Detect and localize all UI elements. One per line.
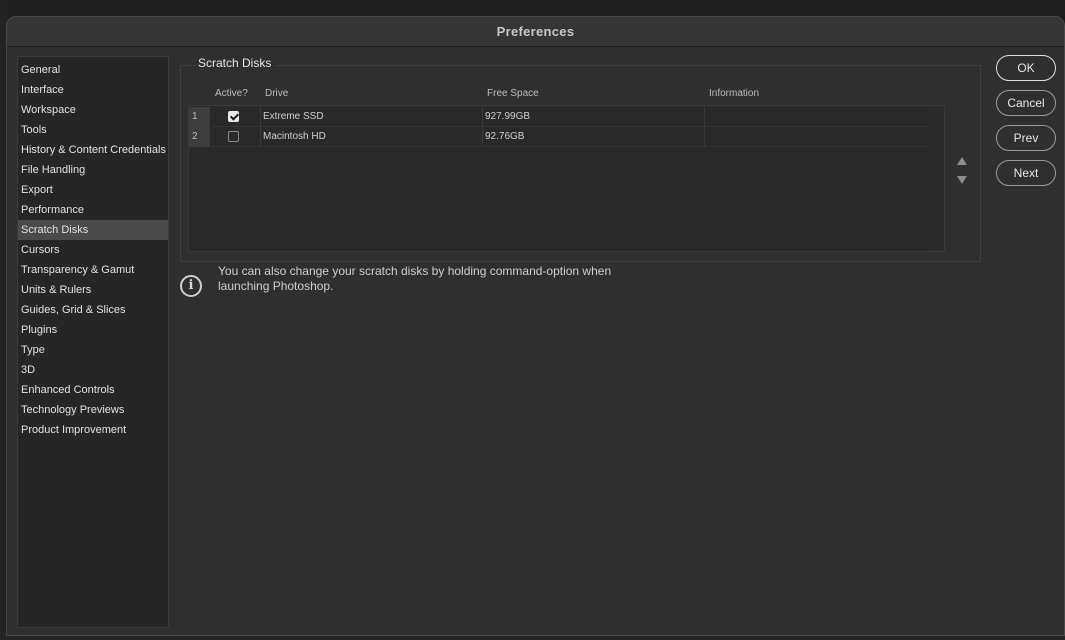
sidebar-item-cursors[interactable]: Cursors [18, 240, 168, 260]
sidebar-item-workspace[interactable]: Workspace [18, 100, 168, 120]
move-down-arrow-icon[interactable] [957, 176, 967, 184]
row-active-cell [211, 107, 261, 127]
sidebar-item-enhanced-controls[interactable]: Enhanced Controls [18, 380, 168, 400]
row-drive: Extreme SSD [261, 107, 483, 127]
window-title: Preferences [496, 24, 575, 39]
sidebar-item-performance[interactable]: Performance [18, 200, 168, 220]
sidebar-item-tools[interactable]: Tools [18, 120, 168, 140]
sidebar-item-plugins[interactable]: Plugins [18, 320, 168, 340]
sidebar-item-scratch-disks[interactable]: Scratch Disks [18, 220, 168, 240]
scratch-disks-title: Scratch Disks [197, 56, 276, 70]
table-row[interactable]: 2 Macintosh HD 92.76GB [189, 127, 929, 147]
sidebar-item-history-content-credentials[interactable]: History & Content Credentials [18, 140, 168, 160]
sidebar-item-3d[interactable]: 3D [18, 360, 168, 380]
row-number: 2 [189, 127, 211, 147]
sidebar-item-export[interactable]: Export [18, 180, 168, 200]
cancel-button[interactable]: Cancel [996, 90, 1056, 116]
sidebar-item-product-improvement[interactable]: Product Improvement [18, 420, 168, 440]
sidebar-item-technology-previews[interactable]: Technology Previews [18, 400, 168, 420]
column-header-drive: Drive [265, 88, 289, 99]
preferences-sidebar: General Interface Workspace Tools History & … [17, 56, 169, 628]
sidebar-item-file-handling[interactable]: File Handling [18, 160, 168, 180]
sidebar-item-interface[interactable]: Interface [18, 80, 168, 100]
row-free-space: 92.76GB [483, 127, 705, 147]
row-active-cell [211, 127, 261, 147]
row-number: 1 [189, 107, 211, 127]
sidebar-item-units-rulers[interactable]: Units & Rulers [18, 280, 168, 300]
title-bar: Preferences [7, 17, 1064, 47]
info-icon: i [180, 275, 202, 297]
next-button[interactable]: Next [996, 160, 1056, 186]
sidebar-list: General Interface Workspace Tools History & … [18, 57, 168, 440]
scratch-disks-table: 1 Extreme SSD 927.99GB 2 Macintosh HD 92… [188, 105, 945, 252]
active-checkbox[interactable] [228, 111, 239, 122]
column-header-free-space: Free Space [487, 88, 539, 99]
sidebar-item-guides-grid-slices[interactable]: Guides, Grid & Slices [18, 300, 168, 320]
move-up-arrow-icon[interactable] [957, 157, 967, 165]
sidebar-item-type[interactable]: Type [18, 340, 168, 360]
column-header-information: Information [709, 88, 760, 99]
sidebar-item-general[interactable]: General [18, 60, 168, 80]
column-header-active: Active? [215, 88, 248, 99]
prev-button[interactable]: Prev [996, 125, 1056, 151]
row-information [705, 127, 929, 147]
active-checkbox[interactable] [228, 131, 239, 142]
table-row[interactable]: 1 Extreme SSD 927.99GB [189, 107, 929, 127]
table-scrollbar[interactable] [929, 106, 944, 251]
row-information [705, 107, 929, 127]
row-free-space: 927.99GB [483, 107, 705, 127]
ok-button[interactable]: OK [996, 55, 1056, 81]
sidebar-item-transparency-gamut[interactable]: Transparency & Gamut [18, 260, 168, 280]
preferences-dialog: Preferences General Interface Workspace Too… [6, 16, 1065, 636]
scratch-disk-hint: You can also change your scratch disks b… [218, 264, 612, 293]
row-drive: Macintosh HD [261, 127, 483, 147]
